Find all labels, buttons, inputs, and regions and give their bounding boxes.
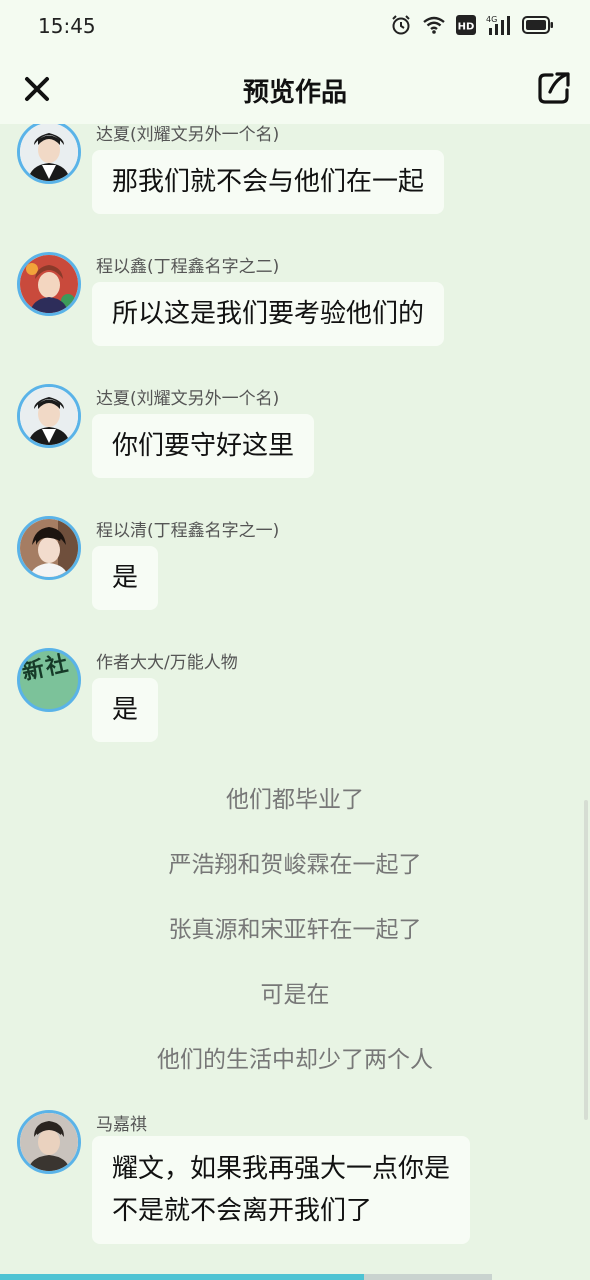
narration-line: 严浩翔和贺峻霖在一起了 xyxy=(168,852,422,878)
avatar-image xyxy=(20,124,78,181)
avatar[interactable] xyxy=(17,384,81,448)
hd-icon: HD xyxy=(456,15,476,35)
avatar-image xyxy=(20,519,78,577)
chat-area[interactable]: 达夏(刘耀文另外一个名) 那我们就不会与他们在一起 程以鑫(丁程鑫名字之二) 所… xyxy=(0,124,590,1270)
top-nav-bar: 预览作品 xyxy=(0,56,590,124)
wifi-icon xyxy=(423,16,445,34)
alarm-icon xyxy=(392,15,410,35)
message-bubble: 是 xyxy=(92,678,159,742)
svg-text:4G: 4G xyxy=(486,15,497,24)
4g-signal-icon: 4G xyxy=(486,15,510,35)
sender-name: 作者大大/万能人物 xyxy=(96,653,238,673)
narration-line: 可是在 xyxy=(260,982,330,1008)
narration-line: 张真源和宋亚轩在一起了 xyxy=(168,917,422,943)
sender-name: 马嘉祺 xyxy=(96,1115,147,1135)
avatar[interactable] xyxy=(17,124,81,184)
message-bubble: 那我们就不会与他们在一起 xyxy=(92,150,445,214)
message-bubble: 你们要守好这里 xyxy=(92,414,315,478)
status-icons: HD 4G xyxy=(390,14,554,36)
message-bubble: 耀文，如果我再强大一点你是 不是就不会离开我们了 xyxy=(92,1136,471,1244)
sender-name: 程以清(丁程鑫名字之一) xyxy=(96,521,280,541)
share-icon xyxy=(538,72,570,104)
message-line: 不是就不会离开我们了 xyxy=(112,1196,373,1226)
scrollbar[interactable] xyxy=(584,800,588,1120)
battery-icon xyxy=(522,16,553,34)
avatar[interactable] xyxy=(17,1110,81,1174)
avatar[interactable] xyxy=(17,252,81,316)
avatar[interactable] xyxy=(17,516,81,580)
avatar-image xyxy=(20,387,78,445)
reading-progress-bar xyxy=(0,1274,492,1280)
message-bubble: 所以这是我们要考验他们的 xyxy=(92,282,445,346)
status-bar: 15:45 HD 4G xyxy=(0,0,590,56)
avatar-image xyxy=(20,1113,78,1171)
narration-line: 他们都毕业了 xyxy=(226,787,364,813)
narration-line: 他们的生活中却少了两个人 xyxy=(157,1047,433,1073)
reading-progress-fill xyxy=(0,1274,365,1280)
avatar[interactable]: 新社 xyxy=(17,648,81,712)
avatar-logo-text: 新社 xyxy=(19,651,73,686)
sender-name: 达夏(刘耀文另外一个名) xyxy=(96,125,280,145)
avatar-image xyxy=(20,255,78,313)
message-line: 耀文，如果我再强大一点你是 xyxy=(112,1154,451,1184)
page-title: 预览作品 xyxy=(242,78,347,108)
sender-name: 程以鑫(丁程鑫名字之二) xyxy=(96,257,280,277)
message-bubble: 是 xyxy=(92,546,159,610)
status-time: 15:45 xyxy=(38,14,96,38)
share-button[interactable] xyxy=(536,70,572,106)
svg-text:HD: HD xyxy=(458,22,475,33)
sender-name: 达夏(刘耀文另外一个名) xyxy=(96,389,280,409)
